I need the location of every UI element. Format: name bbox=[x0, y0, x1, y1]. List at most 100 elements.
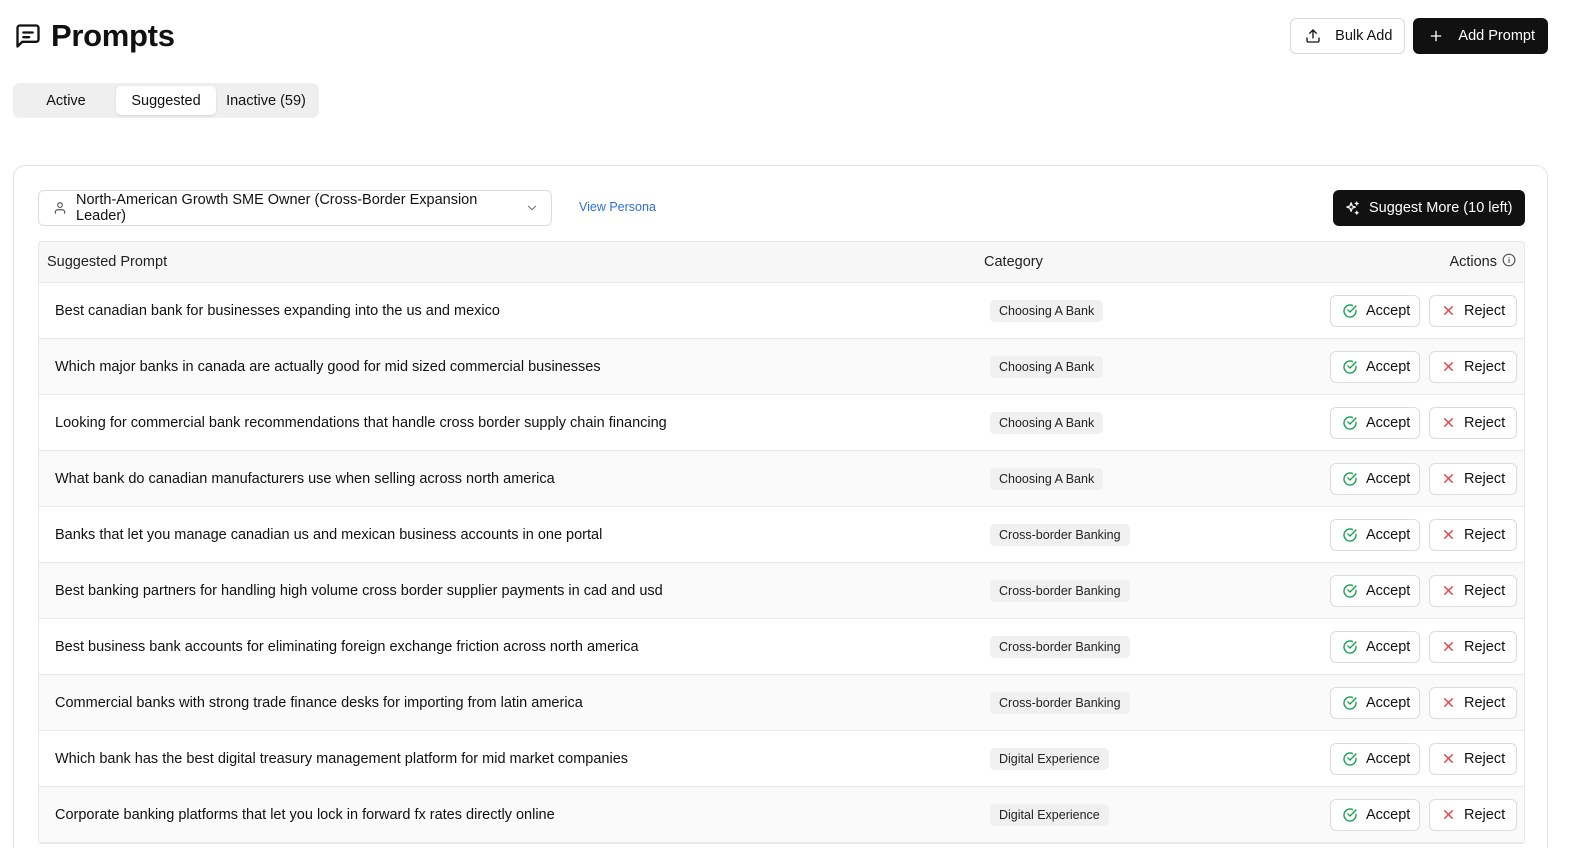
suggest-more-button[interactable]: Suggest More (10 left) bbox=[1333, 190, 1525, 226]
x-icon bbox=[1441, 527, 1456, 542]
prompt-text: Best banking partners for handling high … bbox=[55, 582, 663, 599]
accept-label: Accept bbox=[1366, 806, 1411, 823]
check-circle-icon bbox=[1342, 415, 1358, 431]
check-circle-icon bbox=[1342, 527, 1358, 543]
reject-label: Reject bbox=[1464, 358, 1506, 375]
prompt-text: Corporate banking platforms that let you… bbox=[55, 806, 555, 823]
reject-label: Reject bbox=[1464, 750, 1506, 767]
prompt-text: Commercial banks with strong trade finan… bbox=[55, 694, 583, 711]
reject-button[interactable]: Reject bbox=[1429, 518, 1517, 551]
prompt-text: Which major banks in canada are actually… bbox=[55, 358, 601, 375]
accept-label: Accept bbox=[1366, 750, 1411, 767]
suggested-prompts-table: Suggested Prompt Category Actions Best c… bbox=[38, 241, 1525, 844]
tab-inactive[interactable]: Inactive (59) bbox=[216, 86, 316, 115]
bulk-add-button[interactable]: Bulk Add bbox=[1290, 18, 1406, 54]
check-circle-icon bbox=[1342, 695, 1358, 711]
prompt-text: Best canadian bank for businesses expand… bbox=[55, 302, 500, 319]
x-icon bbox=[1441, 471, 1456, 486]
check-circle-icon bbox=[1342, 639, 1358, 655]
x-icon bbox=[1441, 807, 1456, 822]
user-icon bbox=[53, 201, 67, 215]
category-badge: Choosing A Bank bbox=[990, 355, 1104, 378]
reject-button[interactable]: Reject bbox=[1429, 798, 1517, 831]
status-tabs: Active Suggested Inactive (59) bbox=[13, 83, 319, 118]
category-badge: Cross-border Banking bbox=[990, 635, 1130, 658]
table-row: What bank do canadian manufacturers use … bbox=[39, 451, 1524, 507]
table-row: Corporate banking platforms that let you… bbox=[39, 787, 1524, 843]
x-icon bbox=[1441, 639, 1456, 654]
table-row: Which major banks in canada are actually… bbox=[39, 339, 1524, 395]
column-header-prompt: Suggested Prompt bbox=[47, 254, 168, 270]
tab-suggested[interactable]: Suggested bbox=[116, 86, 216, 115]
accept-label: Accept bbox=[1366, 694, 1411, 711]
reject-button[interactable]: Reject bbox=[1429, 462, 1517, 495]
suggest-more-label: Suggest More (10 left) bbox=[1369, 200, 1513, 216]
accept-button[interactable]: Accept bbox=[1330, 798, 1420, 831]
suggestions-card: North-American Growth SME Owner (Cross-B… bbox=[13, 165, 1548, 848]
accept-button[interactable]: Accept bbox=[1330, 294, 1420, 327]
accept-button[interactable]: Accept bbox=[1330, 742, 1420, 775]
sparkles-icon bbox=[1344, 200, 1361, 217]
check-circle-icon bbox=[1342, 751, 1358, 767]
table-header: Suggested Prompt Category Actions bbox=[39, 242, 1524, 283]
accept-button[interactable]: Accept bbox=[1330, 574, 1420, 607]
table-row: Best canadian bank for businesses expand… bbox=[39, 283, 1524, 339]
reject-button[interactable]: Reject bbox=[1429, 350, 1517, 383]
reject-label: Reject bbox=[1464, 526, 1506, 543]
tab-active[interactable]: Active bbox=[16, 86, 116, 115]
table-row: Best business bank accounts for eliminat… bbox=[39, 619, 1524, 675]
reject-label: Reject bbox=[1464, 302, 1506, 319]
page-title: Prompts bbox=[51, 18, 175, 53]
check-circle-icon bbox=[1342, 359, 1358, 375]
chevron-down-icon bbox=[525, 201, 539, 215]
accept-button[interactable]: Accept bbox=[1330, 518, 1420, 551]
table-row: Looking for commercial bank recommendati… bbox=[39, 395, 1524, 451]
reject-button[interactable]: Reject bbox=[1429, 630, 1517, 663]
table-row: Commercial banks with strong trade finan… bbox=[39, 675, 1524, 731]
category-badge: Cross-border Banking bbox=[990, 691, 1130, 714]
column-header-category: Category bbox=[984, 254, 1043, 270]
persona-select-value: North-American Growth SME Owner (Cross-B… bbox=[76, 192, 478, 224]
category-badge: Choosing A Bank bbox=[990, 299, 1104, 322]
category-badge: Digital Experience bbox=[990, 747, 1109, 770]
reject-button[interactable]: Reject bbox=[1429, 742, 1517, 775]
reject-button[interactable]: Reject bbox=[1429, 294, 1517, 327]
table-body: Best canadian bank for businesses expand… bbox=[39, 283, 1524, 843]
prompt-text: Which bank has the best digital treasury… bbox=[55, 750, 629, 767]
prompt-text: What bank do canadian manufacturers use … bbox=[55, 470, 555, 487]
reject-button[interactable]: Reject bbox=[1429, 686, 1517, 719]
accept-button[interactable]: Accept bbox=[1330, 630, 1420, 663]
check-circle-icon bbox=[1342, 303, 1358, 319]
persona-select[interactable]: North-American Growth SME Owner (Cross-B… bbox=[38, 190, 552, 226]
reject-button[interactable]: Reject bbox=[1429, 574, 1517, 607]
check-circle-icon bbox=[1342, 471, 1358, 487]
column-header-actions-label: Actions bbox=[1449, 254, 1497, 270]
accept-button[interactable]: Accept bbox=[1330, 462, 1420, 495]
accept-label: Accept bbox=[1366, 638, 1411, 655]
reject-label: Reject bbox=[1464, 414, 1506, 431]
reject-label: Reject bbox=[1464, 694, 1506, 711]
add-prompt-button[interactable]: Add Prompt bbox=[1413, 18, 1548, 54]
accept-button[interactable]: Accept bbox=[1330, 350, 1420, 383]
prompt-text: Best business bank accounts for eliminat… bbox=[55, 638, 639, 655]
accept-label: Accept bbox=[1366, 414, 1411, 431]
table-row: Banks that let you manage canadian us an… bbox=[39, 507, 1524, 563]
x-icon bbox=[1441, 583, 1456, 598]
page-header: Prompts Bulk Add Add Prompt bbox=[14, 14, 1548, 58]
x-icon bbox=[1441, 359, 1456, 374]
plus-icon bbox=[1428, 28, 1444, 44]
reject-label: Reject bbox=[1464, 638, 1506, 655]
bulk-add-label: Bulk Add bbox=[1335, 28, 1393, 44]
table-row: Which bank has the best digital treasury… bbox=[39, 731, 1524, 787]
check-circle-icon bbox=[1342, 807, 1358, 823]
accept-button[interactable]: Accept bbox=[1330, 406, 1420, 439]
accept-button[interactable]: Accept bbox=[1330, 686, 1420, 719]
reject-button[interactable]: Reject bbox=[1429, 406, 1517, 439]
info-icon[interactable] bbox=[1502, 253, 1516, 271]
accept-label: Accept bbox=[1366, 470, 1411, 487]
view-persona-link[interactable]: View Persona bbox=[579, 200, 656, 214]
check-circle-icon bbox=[1342, 583, 1358, 599]
category-badge: Choosing A Bank bbox=[990, 411, 1104, 434]
accept-label: Accept bbox=[1366, 302, 1411, 319]
upload-icon bbox=[1305, 28, 1321, 44]
